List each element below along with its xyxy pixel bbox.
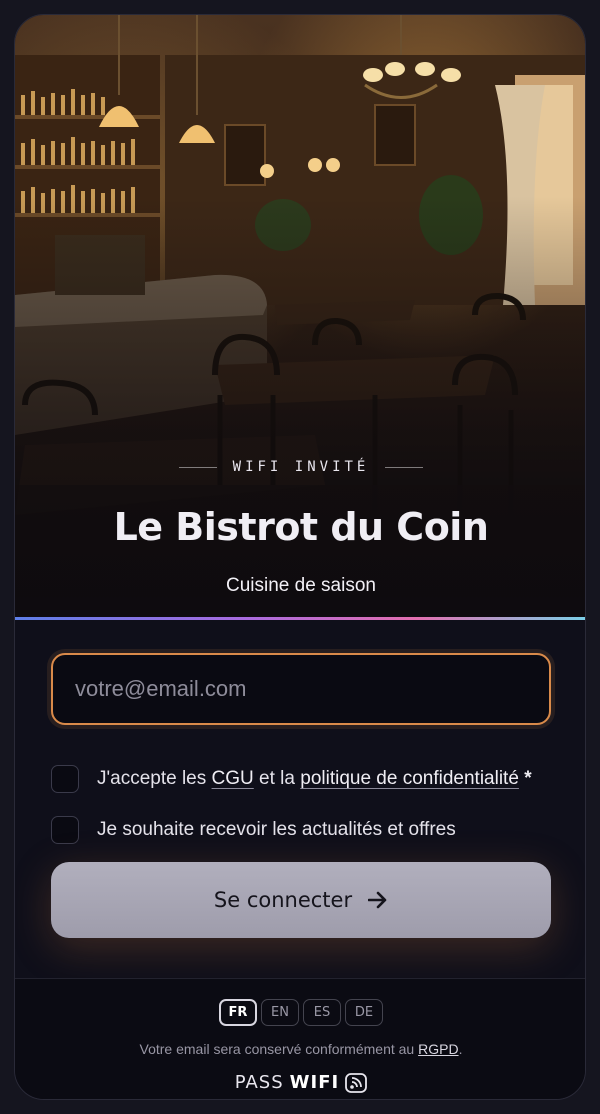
eyebrow-text: WIFI INVITÉ <box>232 459 370 475</box>
email-input[interactable] <box>51 653 551 725</box>
lang-de-button[interactable]: DE <box>345 999 383 1026</box>
login-form: J'accepte les CGU et la politique de con… <box>15 620 585 978</box>
consent-label: J'accepte les CGU et la politique de con… <box>97 768 532 790</box>
footer: FR EN ES DE Votre email sera conservé co… <box>15 978 585 1099</box>
venue-title: Le Bistrot du Coin <box>113 505 489 549</box>
consent-checkbox[interactable] <box>51 765 79 793</box>
connect-button[interactable]: Se connecter <box>51 862 551 938</box>
consent-middle: et la <box>253 768 301 789</box>
eyebrow-line-left <box>178 466 217 468</box>
brand-light: PASS <box>234 1072 284 1093</box>
connect-label: Se connecter <box>213 888 353 912</box>
rgpd-note-prefix: Votre email sera conservé conformément a… <box>139 1041 419 1057</box>
consent-row: J'accepte les CGU et la politique de con… <box>51 765 532 793</box>
lang-es-button[interactable]: ES <box>303 999 341 1026</box>
passwifi-logo: PASS WIFI <box>15 1072 585 1093</box>
newsletter-label: Je souhaite recevoir les actualités et o… <box>97 819 456 840</box>
lang-en-button[interactable]: EN <box>261 999 299 1026</box>
consent-prefix: J'accepte les <box>97 768 212 789</box>
wifi-icon <box>345 1072 368 1093</box>
rgpd-link[interactable]: RGPD <box>418 1041 458 1057</box>
cgu-link[interactable]: CGU <box>212 768 254 789</box>
privacy-policy-link[interactable]: politique de confidentialité <box>300 768 519 789</box>
brand-bold: WIFI <box>289 1072 340 1093</box>
required-mark: * <box>518 768 532 789</box>
rgpd-note: Votre email sera conservé conformément a… <box>15 1041 585 1057</box>
login-card: WIFI INVITÉ Le Bistrot du Coin Cuisine d… <box>14 14 586 1100</box>
newsletter-row: Je souhaite recevoir les actualités et o… <box>51 816 456 844</box>
venue-subtitle: Cuisine de saison <box>226 575 376 596</box>
language-switcher: FR EN ES DE <box>15 999 585 1026</box>
lang-fr-button[interactable]: FR <box>219 999 257 1026</box>
rgpd-note-suffix: . <box>458 1041 463 1057</box>
hero-banner: WIFI INVITÉ Le Bistrot du Coin Cuisine d… <box>15 15 585 619</box>
eyebrow-line-right <box>385 466 424 468</box>
eyebrow: WIFI INVITÉ <box>15 459 585 475</box>
arrow-right-icon <box>368 891 387 909</box>
newsletter-checkbox[interactable] <box>51 816 79 844</box>
